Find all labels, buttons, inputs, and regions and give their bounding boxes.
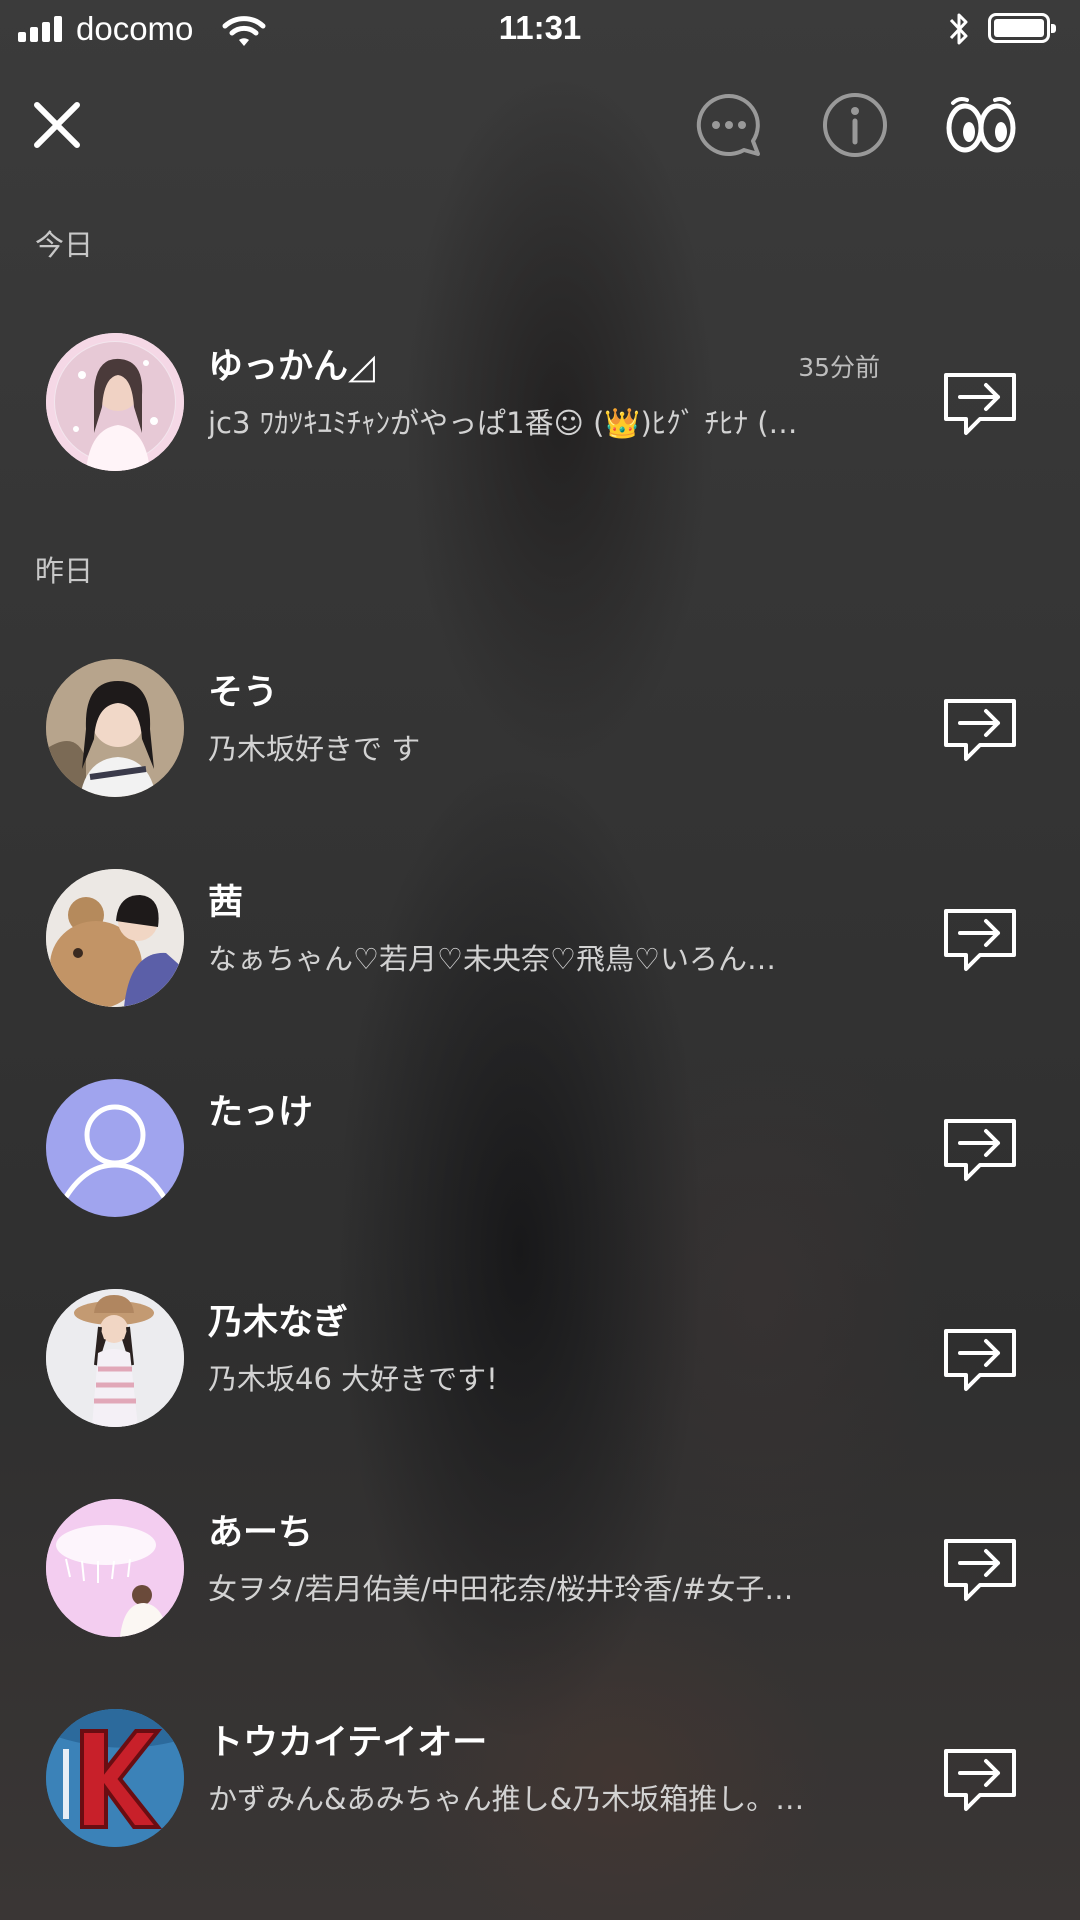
k-logo-icon — [46, 1709, 184, 1847]
contact-name: トウカイテイオー — [208, 1723, 488, 1763]
message-preview: jc3 ﾜｶﾂｷﾕﾐﾁｬﾝがやっぱ1番☺ (👑)ﾋｸﾞ ﾁﾋﾅ (… — [208, 406, 798, 440]
default-user-icon — [63, 1104, 167, 1199]
share-profile-icon[interactable] — [940, 905, 1020, 975]
list-item[interactable]: トウカイテイオー かずみん&あみちゃん推し&乃木坂箱推し。… — [0, 1709, 1080, 1859]
contact-name: ゆっかん◿ — [208, 347, 375, 387]
contact-name: 茜 — [208, 883, 244, 923]
bluetooth-icon — [949, 13, 968, 45]
message-preview: 女ヲタ/若月佑美/中田花奈/桜井玲香/#女子… — [208, 1572, 794, 1606]
battery-fill — [994, 19, 1044, 37]
close-icon — [34, 102, 80, 148]
share-profile-icon[interactable] — [940, 1745, 1020, 1815]
contact-name: 乃木なぎ — [208, 1303, 349, 1343]
contact-name: たっけ — [208, 1093, 314, 1133]
close-button[interactable] — [12, 80, 102, 170]
contact-name: そう — [208, 673, 279, 713]
list-item[interactable]: ゆっかん◿ 35分前 jc3 ﾜｶﾂｷﾕﾐﾁｬﾝがやっぱ1番☺ (👑)ﾋｸﾞ ﾁ… — [0, 333, 1080, 483]
section-header-today: 今日 — [35, 228, 94, 262]
avatar[interactable] — [46, 1709, 184, 1847]
message-preview: 乃木坂46 大好きです! — [208, 1362, 498, 1396]
watchers-button[interactable] — [936, 80, 1026, 170]
battery-icon — [988, 13, 1056, 43]
message-preview: かずみん&あみちゃん推し&乃木坂箱推し。… — [208, 1782, 805, 1816]
avatar[interactable] — [46, 1499, 184, 1637]
top-toolbar — [0, 80, 1080, 170]
chat-bubble-icon — [696, 93, 760, 156]
contact-name: あーち — [208, 1513, 314, 1553]
info-button[interactable] — [810, 80, 900, 170]
list-item[interactable]: あーち 女ヲタ/若月佑美/中田花奈/桜井玲香/#女子… — [0, 1499, 1080, 1649]
section-header-yesterday: 昨日 — [35, 554, 94, 588]
avatar[interactable] — [46, 333, 184, 471]
share-profile-icon[interactable] — [940, 369, 1020, 439]
list-item[interactable]: 乃木なぎ 乃木坂46 大好きです! — [0, 1289, 1080, 1439]
avatar[interactable] — [46, 1289, 184, 1427]
share-profile-icon[interactable] — [940, 1535, 1020, 1605]
status-clock: 11:31 — [498, 9, 582, 46]
message-preview: 乃木坂好きで す — [208, 732, 421, 766]
message-preview: なぁちゃん♡若月♡未央奈♡飛鳥♡いろん… — [208, 942, 776, 976]
info-icon — [823, 93, 887, 157]
list-item[interactable]: そう 乃木坂好きで す — [0, 659, 1080, 809]
timestamp: 35分前 — [798, 353, 880, 382]
share-profile-icon[interactable] — [940, 1325, 1020, 1395]
list-item[interactable]: 茜 なぁちゃん♡若月♡未央奈♡飛鳥♡いろん… — [0, 869, 1080, 1019]
status-bar: docomo 11:31 — [0, 0, 1080, 62]
eyes-icon — [946, 97, 1016, 153]
avatar[interactable] — [46, 869, 184, 1007]
share-profile-icon[interactable] — [940, 1115, 1020, 1185]
share-profile-icon[interactable] — [940, 695, 1020, 765]
list-item[interactable]: たっけ — [0, 1079, 1080, 1229]
avatar[interactable] — [46, 659, 184, 797]
avatar[interactable] — [46, 1079, 184, 1217]
chat-button[interactable] — [684, 80, 774, 170]
